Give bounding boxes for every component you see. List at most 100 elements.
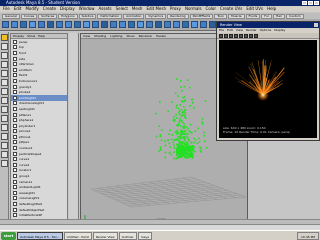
render-menu-options[interactable]: Options: [260, 28, 272, 33]
shelf-tool-icon[interactable]: [56, 21, 63, 28]
taskbar-button[interactable]: Autodesk Maya 8.5 - Stu...: [17, 232, 63, 240]
shelf-tool-icon[interactable]: [164, 21, 171, 28]
menu-item-assets[interactable]: Assets: [99, 6, 112, 12]
rendered-image[interactable]: size: 640 x 480 zoom: 0.150 Frame: 10 Re…: [219, 40, 317, 138]
snapshot-icon[interactable]: [239, 34, 243, 38]
paint-select-icon[interactable]: [1, 52, 8, 59]
render-menu-file[interactable]: File: [219, 28, 224, 33]
viewport-menu-show[interactable]: Show: [126, 34, 134, 38]
taskbar-button[interactable]: Outliner: [118, 232, 137, 240]
shelf-tool-icon[interactable]: [110, 21, 117, 28]
shelf-tool-icon[interactable]: [74, 21, 81, 28]
particle-cloud: [155, 78, 208, 160]
menu-item-help[interactable]: Help: [267, 6, 276, 12]
region-icon[interactable]: [234, 34, 238, 38]
shelf-tool-icon[interactable]: [2, 21, 9, 28]
layout-single-icon[interactable]: [1, 106, 8, 113]
last-tool-icon[interactable]: [1, 97, 8, 104]
layout-outliner-icon[interactable]: [1, 133, 8, 140]
outliner-menu-display[interactable]: Display: [13, 34, 24, 38]
shelf-tool-icon[interactable]: [29, 21, 36, 28]
shelf-tool-icon[interactable]: [137, 21, 144, 28]
shelf-tool-icon[interactable]: [20, 21, 27, 28]
taskbar-button[interactable]: maya: [137, 232, 153, 240]
start-button[interactable]: start: [1, 232, 16, 240]
layout-hypershade-icon[interactable]: [1, 151, 8, 158]
shelf-tool-icon[interactable]: [155, 21, 162, 28]
shelf-tool-icon[interactable]: [146, 21, 153, 28]
viewport-menu-lighting[interactable]: Lighting: [110, 34, 122, 38]
viewport-menu-shading[interactable]: Shading: [94, 34, 106, 38]
shelf-tool-icon[interactable]: [83, 21, 90, 28]
outliner-item-label: spotLight1: [19, 106, 35, 111]
manipulator-icon[interactable]: [1, 88, 8, 95]
menu-item-edit-uvs[interactable]: Edit UVs: [246, 6, 263, 12]
shelf-tool-icon[interactable]: [101, 21, 108, 28]
particle: [160, 129, 163, 131]
outliner-menu-show[interactable]: Show: [27, 34, 35, 38]
particle: [178, 110, 181, 112]
outliner-menu-help[interactable]: Help: [38, 34, 45, 38]
taskbar-button[interactable]: Untitled - Paint: [63, 232, 92, 240]
rotate-tool-icon[interactable]: [1, 70, 8, 77]
rgb-channel-icon[interactable]: [254, 34, 258, 38]
move-tool-icon[interactable]: [1, 61, 8, 68]
menu-item-create[interactable]: Create: [43, 6, 56, 12]
particle: [182, 153, 184, 155]
render-frame-icon[interactable]: [219, 34, 223, 38]
shelf-tool-icon[interactable]: [11, 21, 18, 28]
shelf-tool-icon[interactable]: [38, 21, 45, 28]
menu-item-normals[interactable]: Normals: [185, 6, 202, 12]
particle: [183, 123, 185, 125]
refresh-icon[interactable]: [229, 34, 233, 38]
layout-graph-icon[interactable]: [1, 142, 8, 149]
viewport-menu-panels[interactable]: Panels: [156, 34, 166, 38]
shelf-tool-icon[interactable]: [182, 21, 189, 28]
particle: [179, 118, 181, 120]
layout-render-icon[interactable]: [1, 160, 8, 167]
outliner-item-label: volumeLight1: [19, 196, 40, 201]
render-menu-display[interactable]: Display: [274, 28, 285, 33]
shelf-tool-icon[interactable]: [191, 21, 198, 28]
taskbar-button[interactable]: Render View: [92, 232, 118, 240]
menu-item-select[interactable]: Select: [116, 6, 128, 12]
menu-item-file[interactable]: File: [3, 6, 10, 12]
particle: [187, 150, 189, 153]
select-tool-icon[interactable]: [1, 34, 8, 41]
menu-item-display[interactable]: Display: [60, 6, 75, 12]
shelf-tool-icon[interactable]: [92, 21, 99, 28]
menu-item-edit-mesh[interactable]: Edit Mesh: [146, 6, 166, 12]
menu-item-mesh[interactable]: Mesh: [132, 6, 143, 12]
remove-image-icon[interactable]: [249, 34, 253, 38]
lasso-tool-icon[interactable]: [1, 43, 8, 50]
keep-image-icon[interactable]: [244, 34, 248, 38]
minimize-button[interactable]: [302, 1, 307, 5]
menu-item-color[interactable]: Color: [206, 6, 216, 12]
viewport-menu-renderer[interactable]: Renderer: [139, 34, 153, 38]
render-close-button[interactable]: [314, 23, 318, 27]
shelf-tool-icon[interactable]: [128, 21, 135, 28]
layout-four-icon[interactable]: [1, 115, 8, 122]
ipr-icon[interactable]: [224, 34, 228, 38]
render-menu-render[interactable]: Render: [246, 28, 257, 33]
menu-item-modify[interactable]: Modify: [25, 6, 38, 12]
render-menu-edit[interactable]: Edit: [227, 28, 233, 33]
particle: [189, 123, 192, 126]
menu-item-proxy[interactable]: Proxy: [170, 6, 181, 12]
shelf-tool-icon[interactable]: [173, 21, 180, 28]
shelf-tool-icon[interactable]: [119, 21, 126, 28]
shelf-tool-icon[interactable]: [47, 21, 54, 28]
viewport-menu-view[interactable]: View: [83, 34, 90, 38]
menu-item-window[interactable]: Window: [79, 6, 95, 12]
shelf-tool-icon[interactable]: [200, 21, 207, 28]
maximize-button[interactable]: [308, 1, 313, 5]
menu-item-create-uvs[interactable]: Create UVs: [220, 6, 242, 12]
render-menu-view[interactable]: View: [236, 28, 243, 33]
scale-tool-icon[interactable]: [1, 79, 8, 86]
close-button[interactable]: [314, 1, 319, 5]
particle: [180, 147, 182, 149]
shelf-tool-icon[interactable]: [65, 21, 72, 28]
menu-item-edit[interactable]: Edit: [14, 6, 22, 12]
shelf-tool-icon[interactable]: [209, 21, 216, 28]
layout-two-icon[interactable]: [1, 124, 8, 131]
